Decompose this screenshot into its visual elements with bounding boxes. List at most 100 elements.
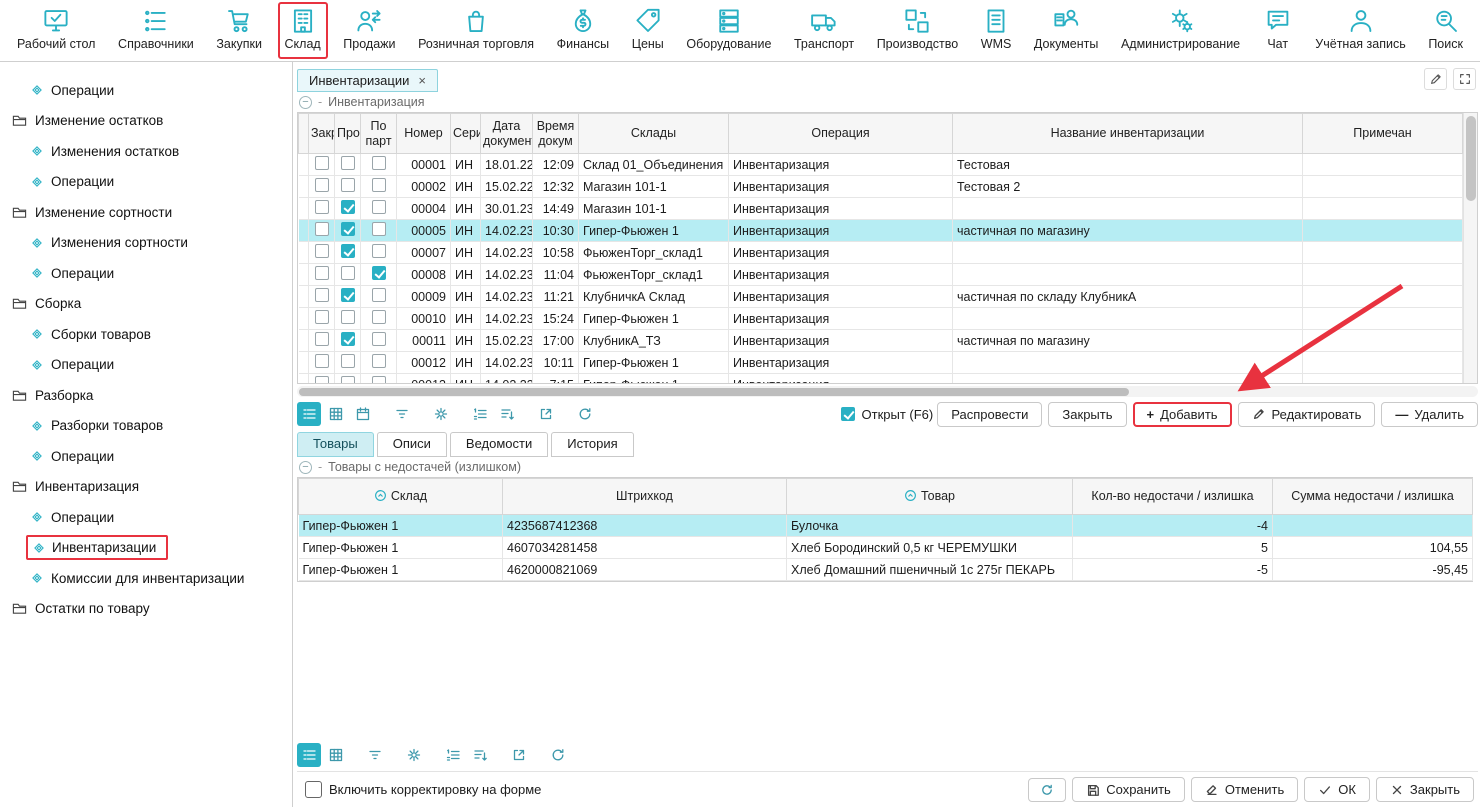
column-header-qty[interactable]: Кол-во недостачи / излишка bbox=[1073, 479, 1273, 515]
save-button[interactable]: Сохранить bbox=[1072, 777, 1185, 802]
row-checkbox[interactable] bbox=[341, 354, 355, 368]
sidebar-item[interactable]: Операции bbox=[0, 258, 292, 289]
collapse-icon[interactable]: − bbox=[299, 461, 312, 474]
close-document-button[interactable]: Закрыть bbox=[1048, 402, 1126, 427]
refresh-button[interactable] bbox=[1028, 778, 1066, 802]
column-header-series[interactable]: Сери bbox=[451, 114, 481, 154]
document-row[interactable]: 00007ИН14.02.2310:58ФьюженТорг_склад1Инв… bbox=[299, 242, 1463, 264]
sidebar-item[interactable]: Операции bbox=[0, 167, 292, 198]
column-header-closed[interactable]: Закр bbox=[309, 114, 335, 154]
open-f6-checkbox[interactable]: Открыт (F6) bbox=[841, 407, 934, 422]
column-header-warehouse[interactable]: Склады bbox=[579, 114, 729, 154]
subtab-0[interactable]: Товары bbox=[297, 432, 374, 457]
goods-row[interactable]: Гипер-Фьюжен 14235687412368Булочка-4 bbox=[299, 515, 1473, 537]
column-header-time[interactable]: Время докум bbox=[533, 114, 579, 154]
sidebar-item[interactable]: Сборка bbox=[0, 289, 292, 320]
sidebar-item[interactable]: Инвентаризация bbox=[0, 472, 292, 503]
column-header-warehouse[interactable]: Склад bbox=[299, 479, 503, 515]
row-checkbox[interactable] bbox=[341, 222, 355, 236]
close-icon[interactable]: × bbox=[418, 74, 426, 87]
ok-button[interactable]: ОК bbox=[1304, 777, 1370, 802]
sorted-list-button[interactable] bbox=[495, 402, 519, 426]
row-checkbox[interactable] bbox=[341, 200, 355, 214]
row-checkbox[interactable] bbox=[315, 354, 329, 368]
row-checkbox[interactable] bbox=[341, 376, 355, 384]
row-checkbox[interactable] bbox=[341, 244, 355, 258]
document-row[interactable]: 00012ИН14.02.2310:11Гипер-Фьюжен 1Инвент… bbox=[299, 352, 1463, 374]
export-button[interactable] bbox=[534, 402, 558, 426]
nav-item-warehouse[interactable]: Склад bbox=[278, 2, 328, 59]
filter-button[interactable] bbox=[390, 402, 414, 426]
grid-view-button[interactable] bbox=[324, 402, 348, 426]
row-checkbox[interactable] bbox=[315, 156, 329, 170]
row-checkbox[interactable] bbox=[372, 310, 386, 324]
sidebar-item[interactable]: Изменения сортности bbox=[0, 228, 292, 259]
nav-item-transport[interactable]: Транспорт bbox=[787, 2, 861, 59]
filter-button[interactable] bbox=[363, 743, 387, 767]
nav-item-retail[interactable]: Розничная торговля bbox=[411, 2, 541, 59]
row-checkbox[interactable] bbox=[372, 200, 386, 214]
row-checkbox[interactable] bbox=[341, 266, 355, 280]
column-header-note[interactable]: Примечан bbox=[1303, 114, 1463, 154]
horizontal-scrollbar[interactable] bbox=[297, 386, 1478, 397]
column-header-by_batch[interactable]: По парт bbox=[361, 114, 397, 154]
add-button[interactable]: +Добавить bbox=[1133, 402, 1232, 427]
row-checkbox[interactable] bbox=[315, 200, 329, 214]
nav-item-sales[interactable]: Продажи bbox=[336, 2, 402, 59]
list-view-button[interactable] bbox=[297, 743, 321, 767]
row-checkbox[interactable] bbox=[372, 244, 386, 258]
close-form-button[interactable]: Закрыть bbox=[1376, 777, 1474, 802]
nav-item-chat[interactable]: Чат bbox=[1256, 2, 1300, 59]
tab-inventories[interactable]: Инвентаризации × bbox=[297, 69, 438, 92]
row-checkbox[interactable] bbox=[341, 288, 355, 302]
row-checkbox[interactable] bbox=[315, 178, 329, 192]
row-checkbox[interactable] bbox=[315, 332, 329, 346]
nav-item-directory[interactable]: Справочники bbox=[111, 2, 201, 59]
sorted-list-button[interactable] bbox=[468, 743, 492, 767]
sidebar-item-selected[interactable]: Инвентаризации bbox=[0, 533, 292, 564]
scrollbar-thumb[interactable] bbox=[1466, 116, 1476, 201]
numbered-list-button[interactable] bbox=[468, 402, 492, 426]
nav-item-search[interactable]: Поиск bbox=[1421, 2, 1470, 59]
document-row[interactable]: 00001ИН18.01.2212:09Склад 01_Объединения… bbox=[299, 154, 1463, 176]
document-row[interactable]: 00009ИН14.02.2311:21КлубничкА СкладИнвен… bbox=[299, 286, 1463, 308]
column-header-product[interactable]: Товар bbox=[787, 479, 1073, 515]
edit-button[interactable]: Редактировать bbox=[1238, 402, 1376, 427]
row-checkbox[interactable] bbox=[341, 178, 355, 192]
row-checkbox[interactable] bbox=[372, 156, 386, 170]
calendar-button[interactable] bbox=[351, 402, 375, 426]
row-checkbox[interactable] bbox=[372, 354, 386, 368]
sidebar-item[interactable]: Разборки товаров bbox=[0, 411, 292, 442]
goods-row[interactable]: Гипер-Фьюжен 14620000821069Хлеб Домашний… bbox=[299, 559, 1473, 581]
row-checkbox[interactable] bbox=[315, 266, 329, 280]
edit-pencil-button[interactable] bbox=[1424, 68, 1447, 90]
document-row[interactable]: 00010ИН14.02.2315:24Гипер-Фьюжен 1Инвент… bbox=[299, 308, 1463, 330]
nav-item-production[interactable]: Производство bbox=[870, 2, 966, 59]
column-header-number[interactable]: Номер bbox=[397, 114, 451, 154]
subtab-2[interactable]: Ведомости bbox=[450, 432, 548, 457]
document-row[interactable]: 00013ИН14.02.237:15Гипер-Фьюжен 1Инвента… bbox=[299, 374, 1463, 385]
nav-item-wms[interactable]: WMS bbox=[974, 2, 1019, 59]
settings-button[interactable] bbox=[402, 743, 426, 767]
nav-item-administration[interactable]: Администрирование bbox=[1114, 2, 1247, 59]
cancel-button[interactable]: Отменить bbox=[1191, 777, 1298, 802]
row-checkbox[interactable] bbox=[341, 310, 355, 324]
row-checkbox[interactable] bbox=[372, 222, 386, 236]
subtab-1[interactable]: Описи bbox=[377, 432, 447, 457]
refresh-button[interactable] bbox=[573, 402, 597, 426]
sidebar-item[interactable]: Разборка bbox=[0, 380, 292, 411]
numbered-list-button[interactable] bbox=[441, 743, 465, 767]
column-header-date[interactable]: Дата документ bbox=[481, 114, 533, 154]
settings-button[interactable] bbox=[429, 402, 453, 426]
sidebar-item[interactable]: Остатки по товару bbox=[0, 594, 292, 625]
row-checkbox[interactable] bbox=[372, 376, 386, 384]
column-header-operation[interactable]: Операция bbox=[729, 114, 953, 154]
vertical-scrollbar[interactable] bbox=[1463, 113, 1477, 383]
column-header-barcode[interactable]: Штрихкод bbox=[503, 479, 787, 515]
sidebar-item[interactable]: Изменения остатков bbox=[0, 136, 292, 167]
document-row[interactable]: 00002ИН15.02.2212:32Магазин 101-1Инвента… bbox=[299, 176, 1463, 198]
sidebar-item[interactable]: Комиссии для инвентаризации bbox=[0, 563, 292, 594]
checkbox[interactable] bbox=[841, 407, 855, 421]
row-checkbox[interactable] bbox=[315, 310, 329, 324]
goods-row[interactable]: Гипер-Фьюжен 14607034281458Хлеб Бородинс… bbox=[299, 537, 1473, 559]
